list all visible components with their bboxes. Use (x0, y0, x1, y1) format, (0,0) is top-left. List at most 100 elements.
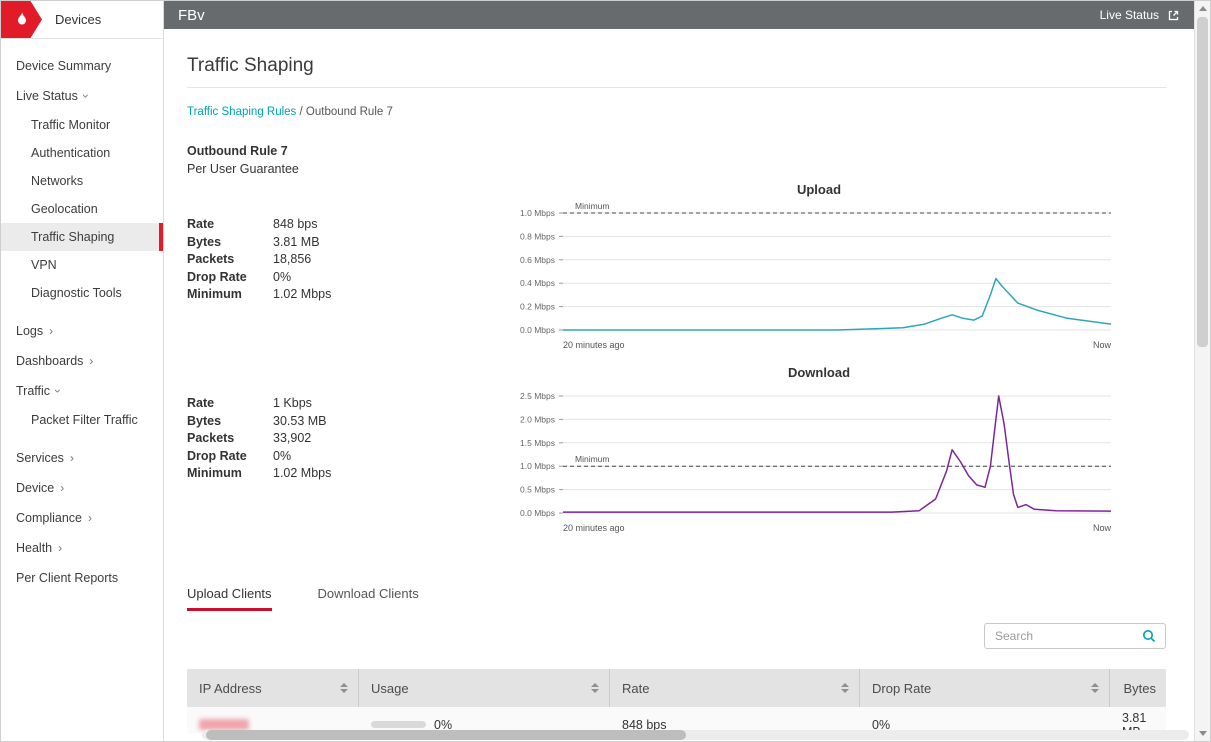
title-divider (187, 87, 1166, 88)
chevron-right-icon: › (60, 482, 64, 494)
chevron-right-icon: › (58, 542, 62, 554)
search-box (984, 623, 1166, 649)
sidebar-item-per-client-reports[interactable]: Per Client Reports (1, 563, 163, 593)
tab-upload-clients[interactable]: Upload Clients (187, 586, 272, 611)
stat-label: Bytes (187, 413, 273, 431)
sidebar-item-label: Device Summary (16, 59, 111, 73)
sidebar-item-label: VPN (31, 258, 57, 272)
sidebar-item-compliance[interactable]: Compliance› (1, 503, 163, 533)
column-label: Usage (371, 681, 409, 696)
brand-flame-logo[interactable] (1, 1, 42, 38)
download-chart-title: Download (517, 365, 1121, 381)
column-label: Bytes (1123, 681, 1156, 696)
svg-text:0.8 Mbps: 0.8 Mbps (520, 231, 555, 241)
sort-icon[interactable] (1091, 683, 1099, 693)
sidebar-item-dashboards[interactable]: Dashboards› (1, 346, 163, 376)
sidebar-item-traffic-shaping[interactable]: Traffic Shaping (1, 223, 163, 251)
vertical-scrollbar-thumb[interactable] (1197, 17, 1208, 347)
sidebar-item-health[interactable]: Health › (1, 533, 163, 563)
sort-icon[interactable] (591, 683, 599, 693)
stat-value: 0% (273, 448, 291, 466)
stat-row-minimum: Minimum1.02 Mbps (187, 286, 517, 304)
sidebar-item-label: Health (16, 541, 52, 555)
stat-value: 1.02 Mbps (273, 286, 331, 304)
svg-text:1.0 Mbps: 1.0 Mbps (520, 208, 555, 218)
sidebar-item-label: Geolocation (31, 202, 98, 216)
column-header-bytes[interactable]: Bytes (1110, 669, 1166, 707)
sidebar-item-device-summary[interactable]: Device Summary (1, 51, 163, 81)
scroll-down-arrow[interactable] (1195, 726, 1210, 741)
stat-value: 33,902 (273, 430, 311, 448)
scroll-up-arrow[interactable] (1195, 1, 1210, 16)
breadcrumb-link[interactable]: Traffic Shaping Rules (187, 106, 296, 118)
search-row (187, 623, 1166, 649)
horizontal-scrollbar[interactable] (202, 730, 1189, 740)
svg-text:Minimum: Minimum (575, 201, 609, 211)
sidebar-item-vpn[interactable]: VPN (1, 251, 163, 279)
sidebar-item-live-status[interactable]: Live Status› (1, 81, 163, 111)
sidebar-item-label: Compliance (16, 511, 82, 525)
sidebar-item-label: Packet Filter Traffic (31, 413, 138, 427)
svg-text:0.0 Mbps: 0.0 Mbps (520, 508, 555, 518)
live-status-link[interactable]: Live Status (1100, 8, 1181, 23)
stat-value: 1.02 Mbps (273, 465, 331, 483)
column-header-ip-address[interactable]: IP Address (187, 669, 359, 707)
column-label: IP Address (199, 681, 262, 696)
sort-icon[interactable] (841, 683, 849, 693)
sidebar-item-geolocation[interactable]: Geolocation (1, 195, 163, 223)
column-header-drop-rate[interactable]: Drop Rate (860, 669, 1110, 707)
horizontal-scrollbar-thumb[interactable] (206, 730, 686, 740)
upload-chart: 0.0 Mbps0.2 Mbps0.4 Mbps0.6 Mbps0.8 Mbps… (517, 198, 1121, 363)
sidebar-item-label: Per Client Reports (16, 571, 118, 585)
stat-row-minimum: Minimum1.02 Mbps (187, 465, 517, 483)
topbar: FBv Live Status (164, 1, 1195, 29)
stat-row-rate: Rate848 bps (187, 216, 517, 234)
download-stats: Rate1 KbpsBytes30.53 MBPackets33,902Drop… (187, 365, 517, 546)
sidebar-item-label: Traffic Shaping (31, 230, 114, 244)
sidebar-item-traffic-monitor[interactable]: Traffic Monitor (1, 111, 163, 139)
rule-header: Outbound Rule 7 Per User Guarantee (187, 144, 1166, 176)
sidebar-item-traffic[interactable]: Traffic› (1, 376, 163, 406)
stat-row-drop-rate: Drop Rate0% (187, 269, 517, 287)
column-header-usage[interactable]: Usage (359, 669, 610, 707)
flame-icon (14, 11, 30, 29)
stat-row-bytes: Bytes30.53 MB (187, 413, 517, 431)
sidebar-item-services[interactable]: Services› (1, 443, 163, 473)
triangle-down-icon (1199, 731, 1207, 736)
sidebar-item-label: Live Status (16, 89, 78, 103)
svg-text:2.0 Mbps: 2.0 Mbps (520, 414, 555, 424)
stat-label: Minimum (187, 286, 273, 304)
stat-value: 1 Kbps (273, 395, 312, 413)
usage-progress-bar (371, 721, 426, 728)
sort-icon[interactable] (340, 683, 348, 693)
svg-text:1.0 Mbps: 1.0 Mbps (520, 461, 555, 471)
search-input[interactable] (993, 628, 1141, 644)
sidebar-item-label: Logs (16, 324, 43, 338)
stat-label: Drop Rate (187, 269, 273, 287)
tab-download-clients[interactable]: Download Clients (318, 586, 419, 611)
stat-row-rate: Rate1 Kbps (187, 395, 517, 413)
stat-value: 30.53 MB (273, 413, 327, 431)
sidebar-item-device[interactable]: Device› (1, 473, 163, 503)
svg-text:0.2 Mbps: 0.2 Mbps (520, 302, 555, 312)
sidebar-item-packet-filter-traffic[interactable]: Packet Filter Traffic (1, 406, 163, 434)
sidebar-item-networks[interactable]: Networks (1, 167, 163, 195)
sidebar-item-label: Networks (31, 174, 83, 188)
upload-chart-svg: 0.0 Mbps0.2 Mbps0.4 Mbps0.6 Mbps0.8 Mbps… (517, 198, 1121, 358)
sidebar-item-diagnostic-tools[interactable]: Diagnostic Tools (1, 279, 163, 307)
sidebar-item-authentication[interactable]: Authentication (1, 139, 163, 167)
svg-text:20 minutes ago: 20 minutes ago (563, 340, 625, 350)
vertical-scrollbar[interactable] (1194, 1, 1210, 741)
stat-label: Rate (187, 216, 273, 234)
upload-chart-title: Upload (517, 182, 1121, 198)
svg-text:Minimum: Minimum (575, 454, 609, 464)
search-icon[interactable] (1141, 628, 1157, 644)
download-chart-svg: 0.0 Mbps0.5 Mbps1.0 Mbps1.5 Mbps2.0 Mbps… (517, 381, 1121, 541)
sidebar-item-logs[interactable]: Logs› (1, 316, 163, 346)
sidebar-header: Devices (1, 1, 163, 39)
svg-text:Now: Now (1093, 523, 1112, 533)
triangle-up-icon (1199, 6, 1207, 11)
column-header-rate[interactable]: Rate (610, 669, 860, 707)
upload-section: Rate848 bpsBytes3.81 MBPackets18,856Drop… (187, 182, 1166, 363)
stat-label: Minimum (187, 465, 273, 483)
